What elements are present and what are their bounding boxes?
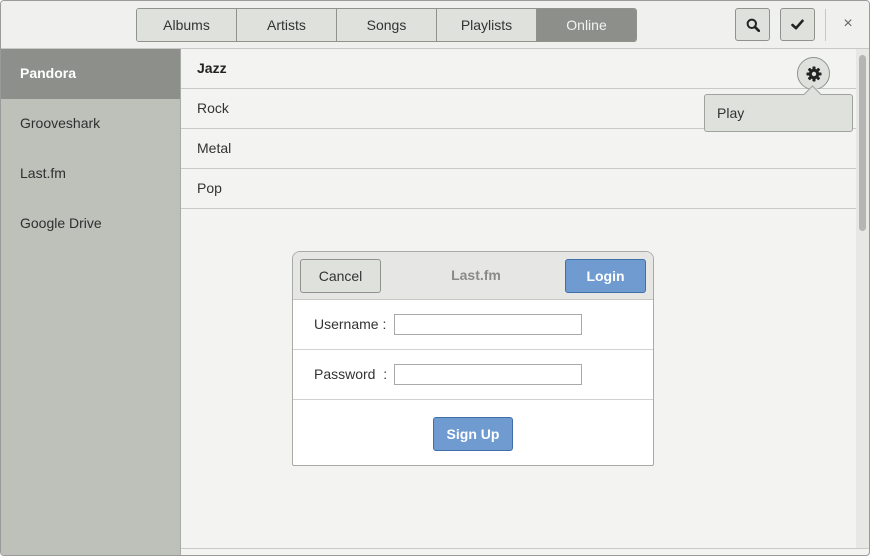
dialog-header: Cancel Last.fm Login — [293, 252, 653, 300]
tab-albums[interactable]: Albums — [137, 9, 237, 41]
search-button[interactable] — [735, 8, 770, 41]
play-popover: Play — [704, 85, 853, 132]
header-bar: Albums Artists Songs Playlists Online × — [1, 1, 869, 49]
genre-label: Jazz — [197, 60, 227, 76]
genre-row-metal[interactable]: Metal — [181, 129, 856, 169]
play-menu-item[interactable]: Play — [717, 95, 744, 131]
sidebar-item-lastfm[interactable]: Last.fm — [1, 149, 180, 199]
tab-online[interactable]: Online — [537, 9, 636, 41]
vertical-scrollbar[interactable] — [856, 49, 869, 549]
confirm-button[interactable] — [780, 8, 815, 41]
sidebar-item-google-drive[interactable]: Google Drive — [1, 199, 180, 249]
search-icon — [746, 18, 760, 32]
username-input[interactable] — [394, 314, 582, 335]
close-icon[interactable]: × — [837, 13, 859, 35]
login-button[interactable]: Login — [565, 259, 646, 293]
genre-row-jazz[interactable]: Jazz — [181, 49, 856, 90]
bottom-divider — [181, 548, 869, 549]
genre-label: Pop — [197, 180, 222, 196]
dialog-title: Last.fm — [451, 267, 501, 283]
sidebar: Pandora Grooveshark Last.fm Google Drive — [1, 49, 181, 555]
settings-button[interactable] — [797, 57, 830, 90]
password-input[interactable] — [394, 364, 582, 385]
sidebar-item-pandora[interactable]: Pandora — [1, 49, 180, 99]
genre-row-pop[interactable]: Pop — [181, 169, 856, 209]
username-row: Username : — [293, 300, 653, 350]
sign-up-button[interactable]: Sign Up — [433, 417, 513, 451]
gear-icon — [806, 66, 821, 81]
genre-label: Rock — [197, 100, 229, 116]
tab-artists[interactable]: Artists — [237, 9, 337, 41]
check-icon — [791, 19, 804, 30]
password-row: Password : — [293, 350, 653, 400]
login-dialog: Cancel Last.fm Login Username : Password… — [292, 251, 654, 466]
app-window: Albums Artists Songs Playlists Online × … — [0, 0, 870, 556]
genre-label: Metal — [197, 140, 232, 156]
username-label: Username : — [314, 316, 387, 332]
header-separator — [825, 9, 826, 41]
tab-playlists[interactable]: Playlists — [437, 9, 537, 41]
scrollbar-thumb[interactable] — [859, 55, 866, 231]
password-label: Password : — [314, 366, 388, 382]
sidebar-item-grooveshark[interactable]: Grooveshark — [1, 99, 180, 149]
tab-songs[interactable]: Songs — [337, 9, 437, 41]
tab-bar: Albums Artists Songs Playlists Online — [136, 8, 637, 42]
cancel-button[interactable]: Cancel — [300, 259, 381, 293]
